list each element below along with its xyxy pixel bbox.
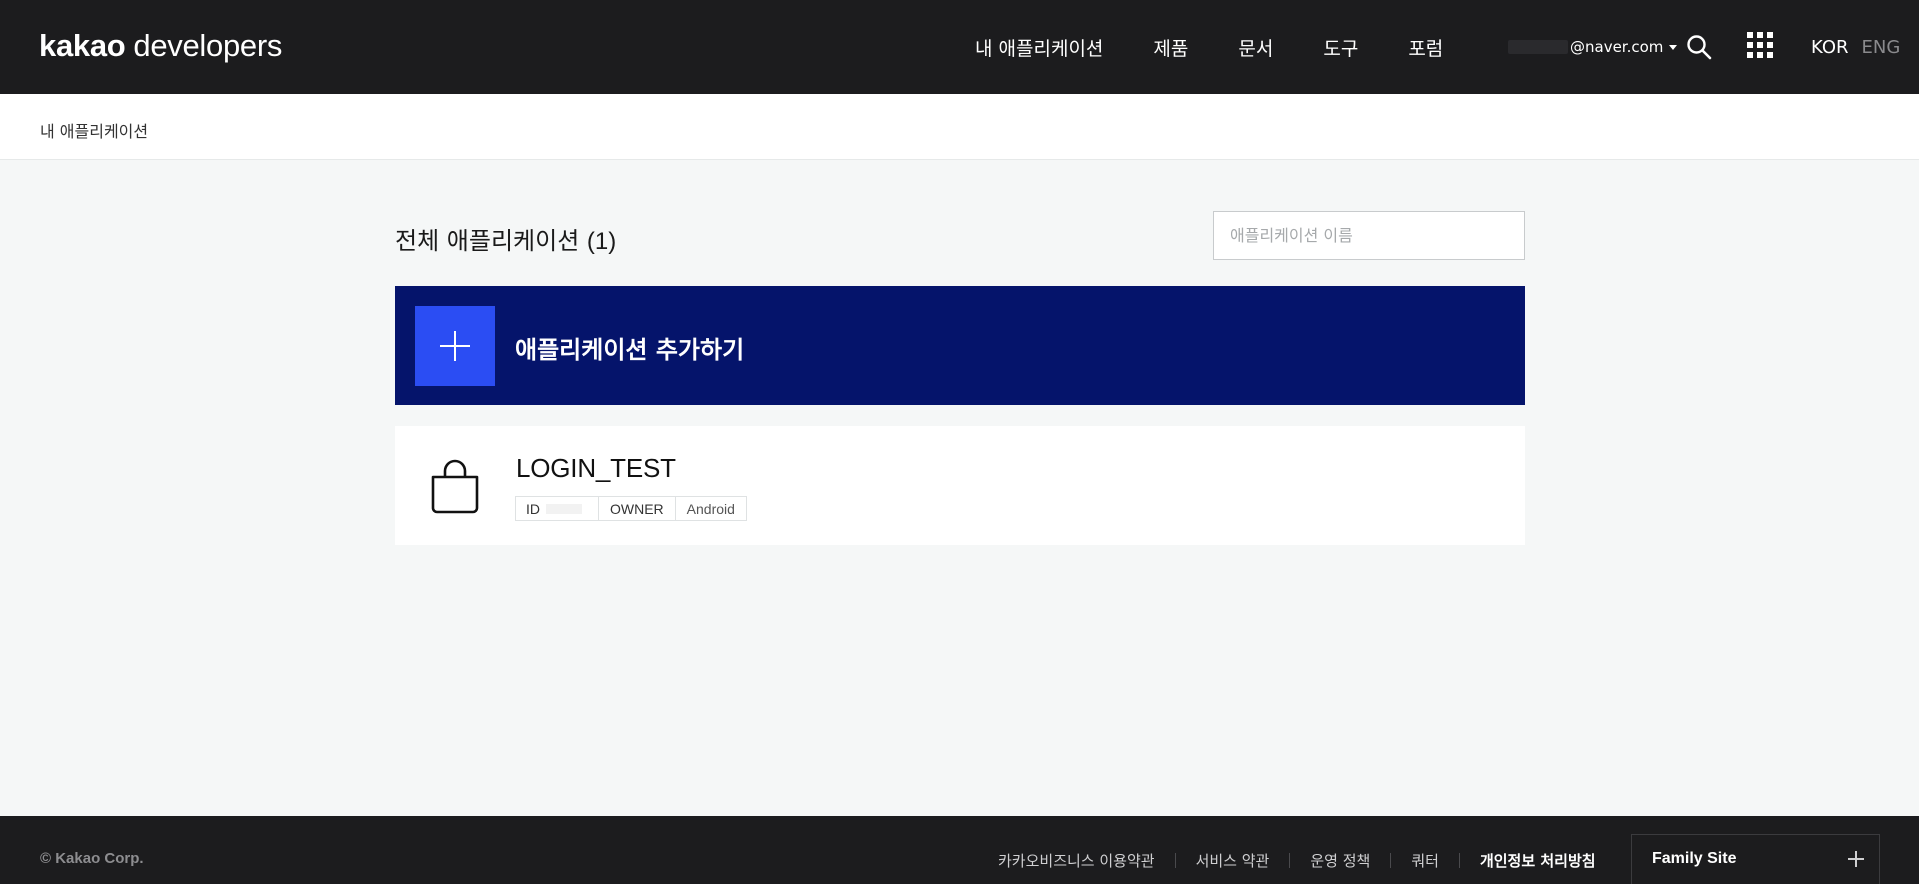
top-navigation-bar: kakao developers 내 애플리케이션 제품 문서 도구 포럼 @na…: [0, 0, 1919, 94]
footer-link-privacy-policy[interactable]: 개인정보 처리방침: [1480, 850, 1596, 871]
footer: © Kakao Corp. 카카오비즈니스 이용약관 서비스 약관 운영 정책 …: [0, 816, 1919, 884]
kakao-developers-logo[interactable]: kakao developers: [39, 28, 282, 64]
app-tags: ID OWNER Android: [515, 496, 747, 521]
footer-link-business-terms[interactable]: 카카오비즈니스 이용약관: [998, 850, 1155, 871]
chevron-down-icon: [1669, 44, 1678, 50]
footer-link-operation-policy[interactable]: 운영 정책: [1310, 850, 1370, 871]
footer-link-quota[interactable]: 쿼터: [1411, 850, 1439, 871]
app-name: LOGIN_TEST: [516, 453, 676, 483]
divider: [1390, 853, 1392, 868]
family-site-label: Family Site: [1652, 850, 1737, 867]
footer-links: 카카오비즈니스 이용약관 서비스 약관 운영 정책 쿼터 개인정보 처리방침: [998, 850, 1596, 871]
nav-forum[interactable]: 포럼: [1408, 34, 1443, 61]
main-nav: 내 애플리케이션 제품 문서 도구 포럼: [975, 0, 1443, 94]
add-application-button[interactable]: 애플리케이션 추가하기: [395, 286, 1525, 405]
lang-eng[interactable]: ENG: [1862, 37, 1901, 58]
breadcrumb-bar: 내 애플리케이션: [0, 94, 1919, 160]
account-email-redacted: [1508, 40, 1568, 54]
copyright: © Kakao Corp.: [40, 850, 144, 867]
divider: [1174, 853, 1176, 868]
plus-icon: [415, 306, 495, 386]
app-search-input[interactable]: [1213, 211, 1525, 260]
breadcrumb[interactable]: 내 애플리케이션: [40, 118, 148, 142]
divider: [1458, 853, 1460, 868]
shopping-bag-icon: [431, 459, 479, 514]
footer-link-service-terms[interactable]: 서비스 약관: [1196, 850, 1270, 871]
lang-kor[interactable]: KOR: [1811, 37, 1849, 58]
family-site-dropdown[interactable]: Family Site: [1631, 834, 1880, 884]
account-email: @naver.com: [1570, 38, 1664, 56]
search-icon[interactable]: [1686, 34, 1712, 60]
add-application-label: 애플리케이션 추가하기: [515, 336, 745, 364]
app-card[interactable]: LOGIN_TEST ID OWNER Android: [395, 426, 1525, 545]
nav-docs[interactable]: 문서: [1238, 34, 1273, 61]
page-title: 전체 애플리케이션 (1): [395, 221, 616, 256]
app-count: (1): [586, 228, 617, 255]
nav-tools[interactable]: 도구: [1323, 34, 1358, 61]
brand-primary: kakao: [39, 28, 126, 63]
app-platform-tag: Android: [674, 496, 747, 521]
apps-grid-icon[interactable]: [1747, 32, 1773, 58]
account-menu[interactable]: @naver.com: [1508, 0, 1678, 94]
app-id-label: ID: [526, 500, 540, 517]
language-switch: KOR ENG: [1811, 0, 1900, 94]
page-title-text: 전체 애플리케이션: [395, 227, 580, 255]
app-id-redacted: [546, 503, 582, 514]
plus-icon: [1848, 851, 1864, 867]
divider: [1289, 853, 1291, 868]
nav-my-applications[interactable]: 내 애플리케이션: [975, 34, 1103, 61]
app-role-tag: OWNER: [598, 496, 676, 521]
nav-products[interactable]: 제품: [1153, 34, 1188, 61]
brand-secondary: developers: [133, 28, 283, 63]
app-id-tag: ID: [515, 496, 599, 521]
